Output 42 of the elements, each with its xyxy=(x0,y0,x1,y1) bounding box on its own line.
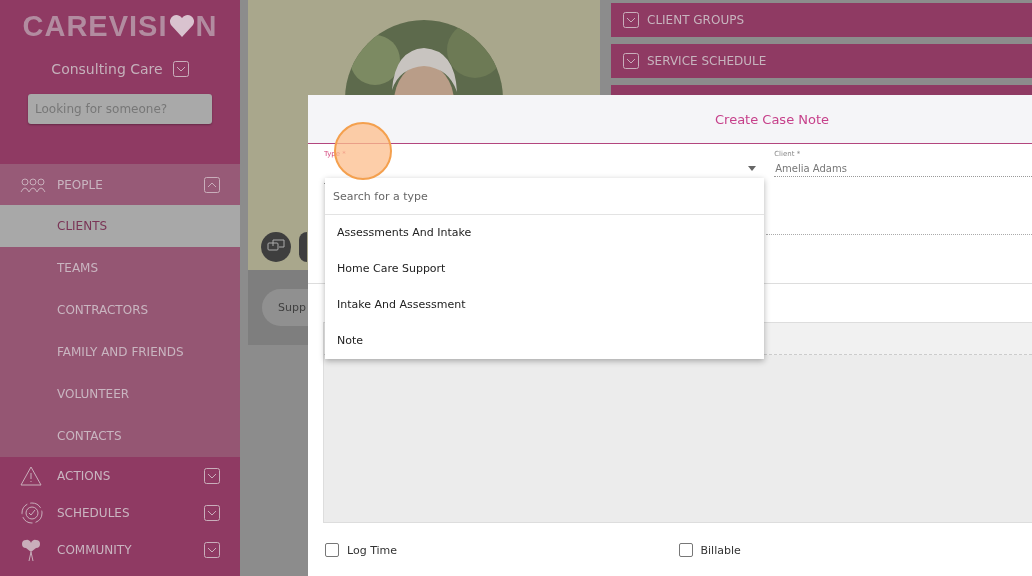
checkbox-label: Billable xyxy=(700,543,741,557)
section-header[interactable]: SERVICE SCHEDULE xyxy=(611,44,1032,78)
section-title: SERVICE SCHEDULE xyxy=(647,54,767,68)
round-button[interactable] xyxy=(299,232,307,262)
chevron-down-icon[interactable] xyxy=(204,504,220,521)
nav-item[interactable]: ACTIONS xyxy=(57,468,204,483)
organisation-name[interactable]: Consulting Care xyxy=(51,61,163,77)
chevron-down-icon[interactable] xyxy=(172,61,189,77)
chevron-up-icon[interactable] xyxy=(204,176,220,193)
clock-icon xyxy=(20,500,44,525)
menu-option[interactable]: Home Care Support xyxy=(325,251,764,287)
nav-item[interactable]: COMMUNITY xyxy=(57,542,204,557)
client-field[interactable]: Amelia Adams xyxy=(774,161,1032,177)
people-icon xyxy=(20,176,46,193)
nav-subitem[interactable]: CLIENTS xyxy=(0,205,240,247)
search-field[interactable]: Search for a type xyxy=(325,178,764,215)
checkbox[interactable] xyxy=(325,543,339,557)
checkbox[interactable] xyxy=(678,543,693,557)
chevron-down-icon[interactable] xyxy=(623,53,639,69)
heart-icon xyxy=(168,14,195,38)
logo-text: CAREVISI xyxy=(22,9,168,43)
nav-subitem[interactable]: VOLUNTEER xyxy=(0,373,240,415)
menu-option[interactable]: Note xyxy=(325,323,764,359)
section-header[interactable]: CLIENT GROUPS xyxy=(611,3,1032,37)
balloons-icon xyxy=(20,537,42,562)
tag-chip[interactable]: Supp xyxy=(262,289,308,326)
nav-subitem[interactable]: CONTACTS xyxy=(0,415,240,457)
caret-icon xyxy=(748,166,757,171)
logo-text: N xyxy=(195,9,218,43)
nav-item[interactable]: SCHEDULES xyxy=(57,505,204,520)
chevron-down-icon[interactable] xyxy=(204,467,220,484)
menu-option[interactable]: Assessments And Intake xyxy=(325,215,764,251)
chevron-down-icon[interactable] xyxy=(204,541,220,558)
dialog-title: Create Case Note xyxy=(715,111,830,127)
menu-option[interactable]: Intake And Assessment xyxy=(325,287,764,323)
warning-icon xyxy=(20,465,42,486)
nav-subitem[interactable]: FAMILY AND FRIENDS xyxy=(0,331,240,373)
checkbox-label: Log Time xyxy=(347,543,398,557)
chevron-down-icon[interactable] xyxy=(623,12,639,28)
nav-subitem[interactable]: CONTRACTORS xyxy=(0,289,240,331)
section-title: CLIENT GROUPS xyxy=(647,13,745,27)
nav-subitem[interactable]: TEAMS xyxy=(0,247,240,289)
